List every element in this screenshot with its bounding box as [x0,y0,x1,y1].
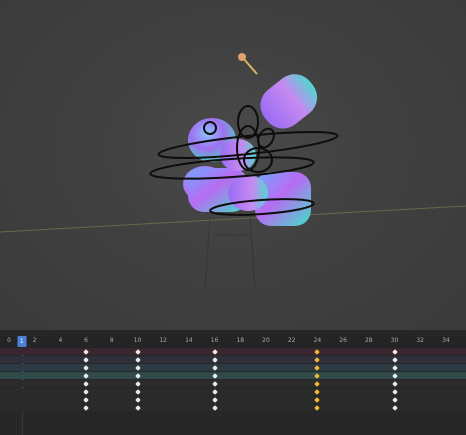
frame-label: 10 [133,337,142,344]
frame-label: 26 [339,337,347,344]
frame-label: 4 [58,337,63,344]
frame-ruler[interactable]: 0 1 2 4 6 8 10 12 14 16 18 20 22 24 26 28 30 32 34 [0,336,466,348]
frame-label: 14 [185,337,193,344]
frame-label: 32 [416,337,425,344]
rig-controls [149,105,339,216]
frame-label: 30 [390,337,399,344]
frame-label: 34 [442,337,450,344]
bone-tip-marker [238,53,246,61]
frame-label: 16 [210,337,219,344]
frame-label: 18 [236,337,245,344]
frame-label: 24 [313,337,322,344]
character-arm [260,74,318,129]
timeline-panel[interactable]: 0 1 2 4 6 8 10 12 14 16 18 20 22 24 26 28 30 32 34 [0,330,466,435]
frame-label: 6 [84,337,89,344]
3d-viewport[interactable] [0,0,466,330]
frame-label: 22 [287,337,296,344]
current-frame-indicator[interactable]: 1 [17,336,27,347]
frame-label: 12 [159,337,168,344]
viewport-scene [0,53,466,291]
frame-label: 20 [262,337,270,344]
frame-label: 8 [109,337,114,344]
ghost-rig [204,214,256,291]
frame-label: 2 [32,337,37,344]
frame-label: 28 [364,337,373,344]
frame-label: 0 [7,337,11,344]
